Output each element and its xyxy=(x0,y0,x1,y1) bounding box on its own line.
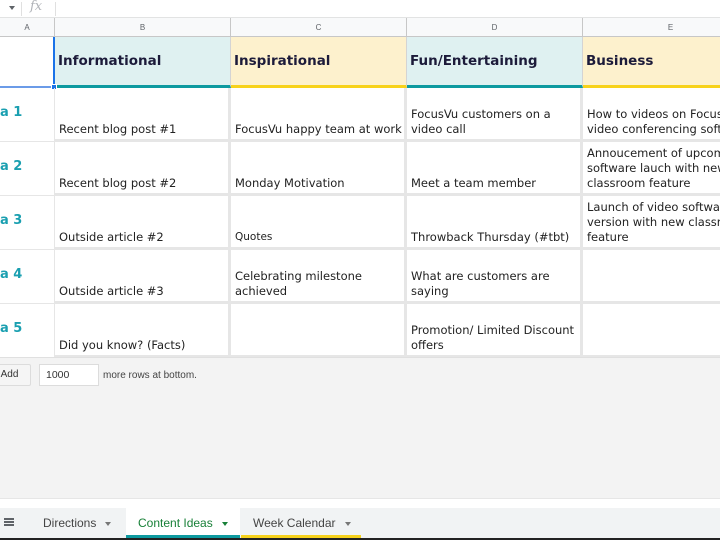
cell[interactable]: How to videos on FocusVu video conferenc… xyxy=(583,88,720,142)
table-row: a 5 Did you know? (Facts) Promotion/ Lim… xyxy=(0,304,720,358)
divider xyxy=(55,2,56,16)
table-row: a 2 Recent blog post #2 Monday Motivatio… xyxy=(0,142,720,196)
name-box-dropdown-icon[interactable] xyxy=(9,6,15,10)
sheet-tab-label: Content Ideas xyxy=(138,516,213,530)
chevron-down-icon[interactable] xyxy=(344,521,351,526)
sheet-grid: Informational Inspirational Fun/Entertai… xyxy=(0,37,720,358)
cell[interactable]: Throwback Thursday (#tbt) xyxy=(407,196,583,250)
sheet-tab-week-calendar[interactable]: Week Calendar xyxy=(241,508,361,538)
table-row: a 1 Recent blog post #1 FocusVu happy te… xyxy=(0,88,720,142)
sheet-tab-content-ideas[interactable]: Content Ideas xyxy=(126,508,240,538)
cell[interactable]: Outside article #2 xyxy=(55,196,231,250)
row-label[interactable]: a 5 xyxy=(0,304,55,358)
column-header-a[interactable]: A xyxy=(0,18,55,37)
cell[interactable]: Promotion/ Limited Discount offers xyxy=(407,304,583,358)
cell[interactable] xyxy=(583,304,720,358)
cell[interactable]: Celebrating milestone achieved xyxy=(231,250,407,304)
formula-bar: fx xyxy=(0,0,720,18)
table-row: a 4 Outside article #3 Celebrating miles… xyxy=(0,250,720,304)
tab-color-indicator xyxy=(126,535,240,538)
column-header-c[interactable]: C xyxy=(231,18,407,37)
add-rows-suffix: more rows at bottom. xyxy=(103,370,197,381)
cell[interactable]: What are customers are saying xyxy=(407,250,583,304)
cell[interactable] xyxy=(231,304,407,358)
column-header-b[interactable]: B xyxy=(55,18,231,37)
sheet-tab-bar: Directions Content Ideas Week Calendar xyxy=(0,508,720,540)
cell[interactable]: FocusVu happy team at work xyxy=(231,88,407,142)
category-header-business[interactable]: Business xyxy=(583,37,720,88)
cell-a-header[interactable] xyxy=(0,37,55,88)
cell[interactable]: FocusVu customers on a video call xyxy=(407,88,583,142)
rows-count-input[interactable]: 1000 xyxy=(39,364,99,386)
cell[interactable]: Did you know? (Facts) xyxy=(55,304,231,358)
table-row: a 3 Outside article #2 Quotes Throwback … xyxy=(0,196,720,250)
cell[interactable]: Meet a team member xyxy=(407,142,583,196)
chevron-down-icon[interactable] xyxy=(105,521,112,526)
cell[interactable]: Outside article #3 xyxy=(55,250,231,304)
column-header-d[interactable]: D xyxy=(407,18,583,37)
category-header-informational[interactable]: Informational xyxy=(55,37,231,88)
category-header-inspirational[interactable]: Inspirational xyxy=(231,37,407,88)
header-row: Informational Inspirational Fun/Entertai… xyxy=(0,37,720,88)
row-label[interactable]: a 4 xyxy=(0,250,55,304)
sheet-tab-directions[interactable]: Directions xyxy=(31,508,125,538)
cell[interactable]: Monday Motivation xyxy=(231,142,407,196)
row-label[interactable]: a 1 xyxy=(0,88,55,142)
cell[interactable]: Recent blog post #1 xyxy=(55,88,231,142)
tab-color-indicator xyxy=(241,535,361,538)
fx-icon: fx xyxy=(30,0,43,14)
cell[interactable] xyxy=(583,250,720,304)
chevron-down-icon[interactable] xyxy=(221,521,228,526)
horizontal-scroll-area[interactable] xyxy=(0,498,720,508)
all-sheets-menu-icon[interactable] xyxy=(4,518,14,528)
column-header-e[interactable]: E xyxy=(583,18,720,37)
row-label[interactable]: a 2 xyxy=(0,142,55,196)
cell[interactable]: Launch of video software version with ne… xyxy=(583,196,720,250)
add-rows-button[interactable]: Add xyxy=(0,364,31,386)
divider xyxy=(21,2,22,16)
spreadsheet-app: fx A B C D E Informational Inspirational… xyxy=(0,0,720,540)
column-headers: A B C D E xyxy=(0,18,720,37)
add-rows-area: Add 1000 more rows at bottom. xyxy=(0,357,720,498)
cell[interactable]: Quotes xyxy=(231,196,407,250)
cell[interactable]: Annoucement of upcoming software lauch w… xyxy=(583,142,720,196)
cell[interactable]: Recent blog post #2 xyxy=(55,142,231,196)
category-header-fun-entertaining[interactable]: Fun/Entertaining xyxy=(407,37,583,88)
sheet-tab-label: Week Calendar xyxy=(253,516,336,530)
sheet-tab-label: Directions xyxy=(43,516,97,530)
row-label[interactable]: a 3 xyxy=(0,196,55,250)
